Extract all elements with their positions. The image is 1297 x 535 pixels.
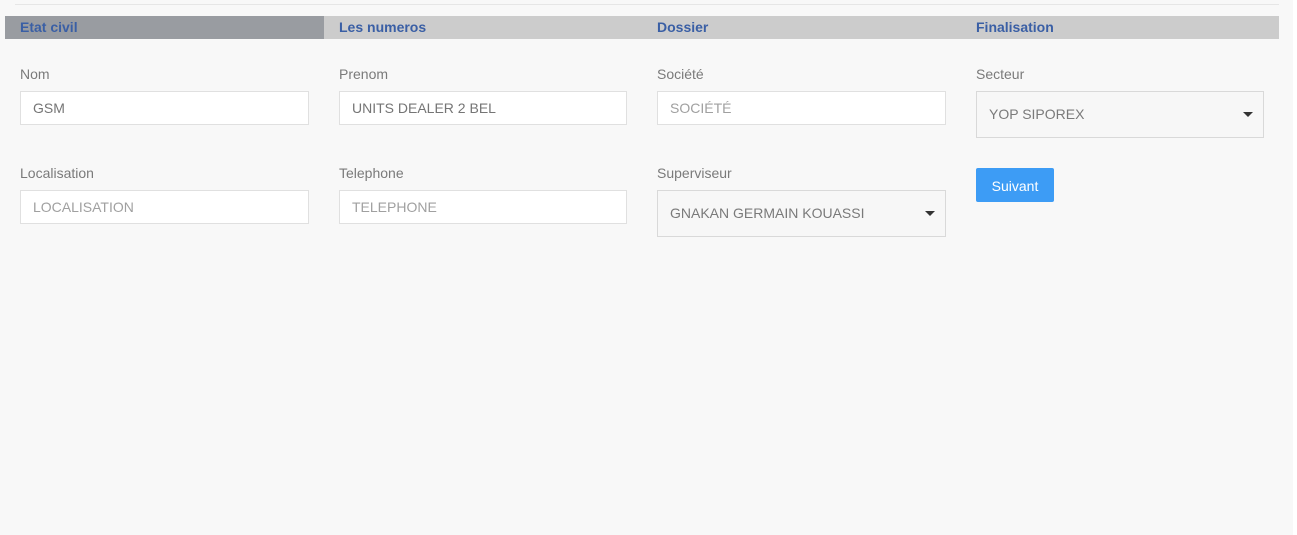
prenom-label: Prenom <box>339 66 389 82</box>
telephone-label: Telephone <box>339 165 404 181</box>
step-finalisation[interactable]: Finalisation <box>961 16 1279 39</box>
suivant-button[interactable]: Suivant <box>976 168 1054 202</box>
superviseur-select[interactable]: GNAKAN GERMAIN KOUASSI <box>657 190 946 237</box>
wizard-steps-bar: Etat civil Les numeros Dossier Finalisat… <box>5 16 1279 39</box>
localisation-label: Localisation <box>20 165 94 181</box>
step-dossier[interactable]: Dossier <box>642 16 961 39</box>
nom-input[interactable]: GSM <box>20 91 309 125</box>
superviseur-selected-value: GNAKAN GERMAIN KOUASSI <box>670 205 865 221</box>
secteur-selected-value: YOP SIPOREX <box>989 106 1085 122</box>
localisation-input[interactable]: LOCALISATION <box>20 190 309 224</box>
societe-label: Société <box>657 66 704 82</box>
step-etat-civil[interactable]: Etat civil <box>5 16 324 39</box>
telephone-input[interactable]: TELEPHONE <box>339 190 627 224</box>
secteur-select[interactable]: YOP SIPOREX <box>976 91 1264 138</box>
prenom-input[interactable]: UNITS DEALER 2 BEL <box>339 91 627 125</box>
top-divider <box>15 4 1279 5</box>
chevron-down-icon <box>925 211 935 216</box>
scrollbar-track <box>1293 0 1297 535</box>
secteur-label: Secteur <box>976 66 1025 82</box>
nom-label: Nom <box>20 66 50 82</box>
societe-input[interactable]: SOCIÉTÉ <box>657 91 946 125</box>
step-les-numeros[interactable]: Les numeros <box>324 16 642 39</box>
superviseur-label: Superviseur <box>657 165 732 181</box>
chevron-down-icon <box>1243 112 1253 117</box>
